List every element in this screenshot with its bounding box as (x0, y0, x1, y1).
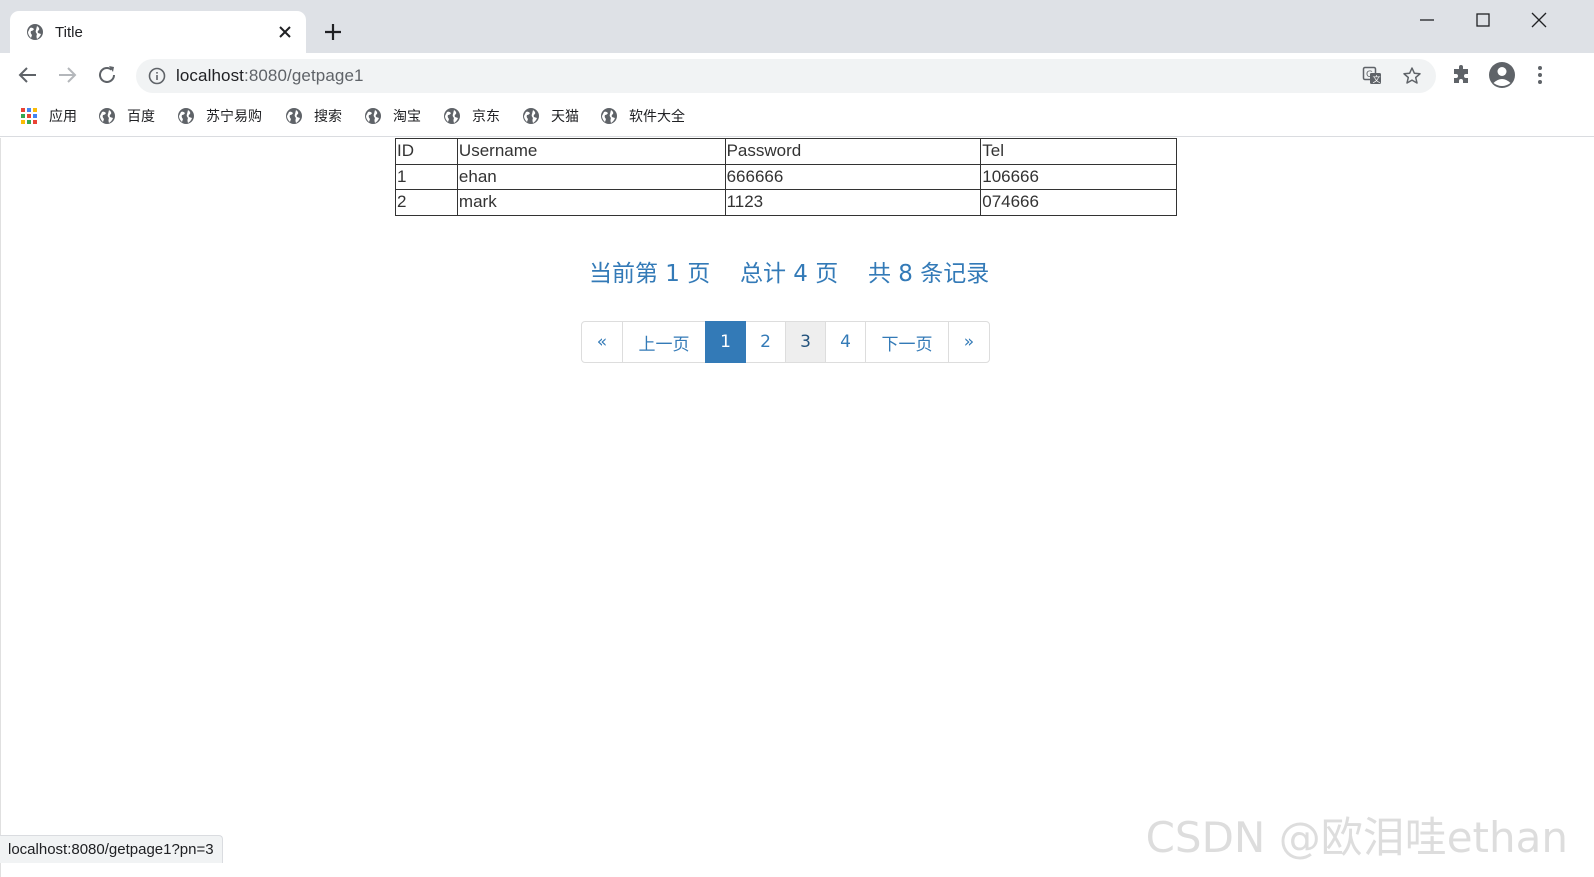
url-path: :8080/getpage1 (244, 66, 364, 85)
bookmark-label: 京东 (472, 109, 500, 125)
bookmark-label: 苏宁易购 (206, 109, 262, 125)
globe-icon (99, 108, 115, 124)
tab-title: Title (55, 24, 83, 41)
forward-arrow-icon[interactable] (55, 63, 79, 87)
status-bar-url: localhost:8080/getpage1?pn=3 (0, 835, 223, 863)
bookmark-suning[interactable]: 苏宁易购 (177, 105, 262, 127)
first-page-link[interactable]: « (581, 321, 623, 363)
bookmark-baidu[interactable]: 百度 (98, 105, 155, 127)
bookmark-label: 软件大全 (629, 109, 685, 125)
back-arrow-icon[interactable] (16, 63, 40, 87)
header-cell: Tel (980, 138, 1177, 165)
header-cell: ID (395, 138, 458, 165)
url-host: localhost (176, 66, 244, 85)
extensions-puzzle-icon[interactable] (1450, 63, 1474, 87)
bookmarks-bar: 应用 百度 苏宁易购 搜索 淘宝 京东 天猫 软件大全 (0, 97, 1594, 137)
last-page-link[interactable]: » (948, 321, 990, 363)
table-cell: 2 (395, 189, 458, 216)
page-link-1[interactable]: 1 (705, 321, 746, 363)
profile-avatar-icon[interactable] (1488, 61, 1516, 89)
table-cell: 1 (395, 163, 458, 190)
bookmark-apps[interactable]: 应用 (20, 105, 77, 127)
bookmark-software[interactable]: 软件大全 (600, 105, 685, 127)
watermark: CSDN @欧泪哇ethan (1145, 813, 1568, 862)
page-link-2[interactable]: 2 (745, 321, 786, 363)
bookmark-tmall[interactable]: 天猫 (522, 105, 579, 127)
next-page-link[interactable]: 下一页 (865, 321, 949, 363)
globe-icon (444, 108, 460, 124)
bookmark-label: 淘宝 (393, 109, 421, 125)
table-cell: mark (456, 189, 726, 216)
bookmark-label: 天猫 (551, 109, 579, 125)
info-icon[interactable] (148, 67, 166, 85)
prev-page-link[interactable]: 上一页 (622, 321, 706, 363)
table-cell: 074666 (980, 189, 1177, 216)
address-bar[interactable]: localhost:8080/getpage1 G 文 (136, 59, 1436, 93)
bookmark-jd[interactable]: 京东 (443, 105, 500, 127)
close-icon[interactable] (275, 22, 295, 42)
title-bar: Title (0, 0, 1594, 53)
minimize-icon[interactable] (1415, 8, 1439, 32)
bookmark-taobao[interactable]: 淘宝 (364, 105, 421, 127)
reload-icon[interactable] (95, 63, 119, 87)
page-link-3[interactable]: 3 (785, 321, 826, 363)
globe-icon (523, 108, 539, 124)
globe-icon (365, 108, 381, 124)
header-cell: Username (456, 138, 726, 165)
bookmark-label: 百度 (127, 109, 155, 125)
table-header-row: ID Username Password Tel (395, 138, 1177, 165)
bookmark-search[interactable]: 搜索 (285, 105, 342, 127)
maximize-icon[interactable] (1471, 8, 1495, 32)
bookmark-label: 应用 (49, 109, 77, 125)
window-close-icon[interactable] (1527, 8, 1551, 32)
bookmark-star-icon[interactable] (1402, 66, 1422, 86)
total-records-text: 共 8 条记录 (868, 261, 990, 287)
globe-icon (601, 108, 617, 124)
table-cell: 106666 (980, 163, 1177, 190)
current-page-text: 当前第 1 页 (589, 261, 711, 287)
tab-active[interactable]: Title (10, 11, 306, 53)
globe-icon (286, 108, 302, 124)
new-tab-icon[interactable] (322, 21, 344, 43)
globe-icon (27, 24, 43, 40)
table-row: 1 ehan 666666 106666 (395, 163, 1177, 190)
bookmark-label: 搜索 (314, 109, 342, 125)
user-table: ID Username Password Tel 1 ehan 666666 1… (395, 138, 1177, 216)
table-cell: 666666 (724, 163, 982, 190)
page-link-4[interactable]: 4 (825, 321, 866, 363)
globe-icon (178, 108, 194, 124)
translate-icon[interactable]: G 文 (1362, 66, 1382, 86)
apps-grid-icon (21, 108, 37, 124)
pagination: « 上一页 1 2 3 4 下一页 » (581, 321, 990, 363)
menu-kebab-icon[interactable] (1528, 63, 1552, 87)
page-viewport: ID Username Password Tel 1 ehan 666666 1… (0, 138, 1594, 877)
table-cell: ehan (456, 163, 726, 190)
url-text[interactable]: localhost:8080/getpage1 (176, 66, 364, 86)
header-cell: Password (724, 138, 982, 165)
table-row: 2 mark 1123 074666 (395, 189, 1177, 216)
svg-text:文: 文 (1373, 74, 1381, 84)
table-cell: 1123 (724, 189, 982, 216)
total-pages-text: 总计 4 页 (740, 261, 839, 287)
browser-toolbar: localhost:8080/getpage1 G 文 (0, 53, 1594, 97)
